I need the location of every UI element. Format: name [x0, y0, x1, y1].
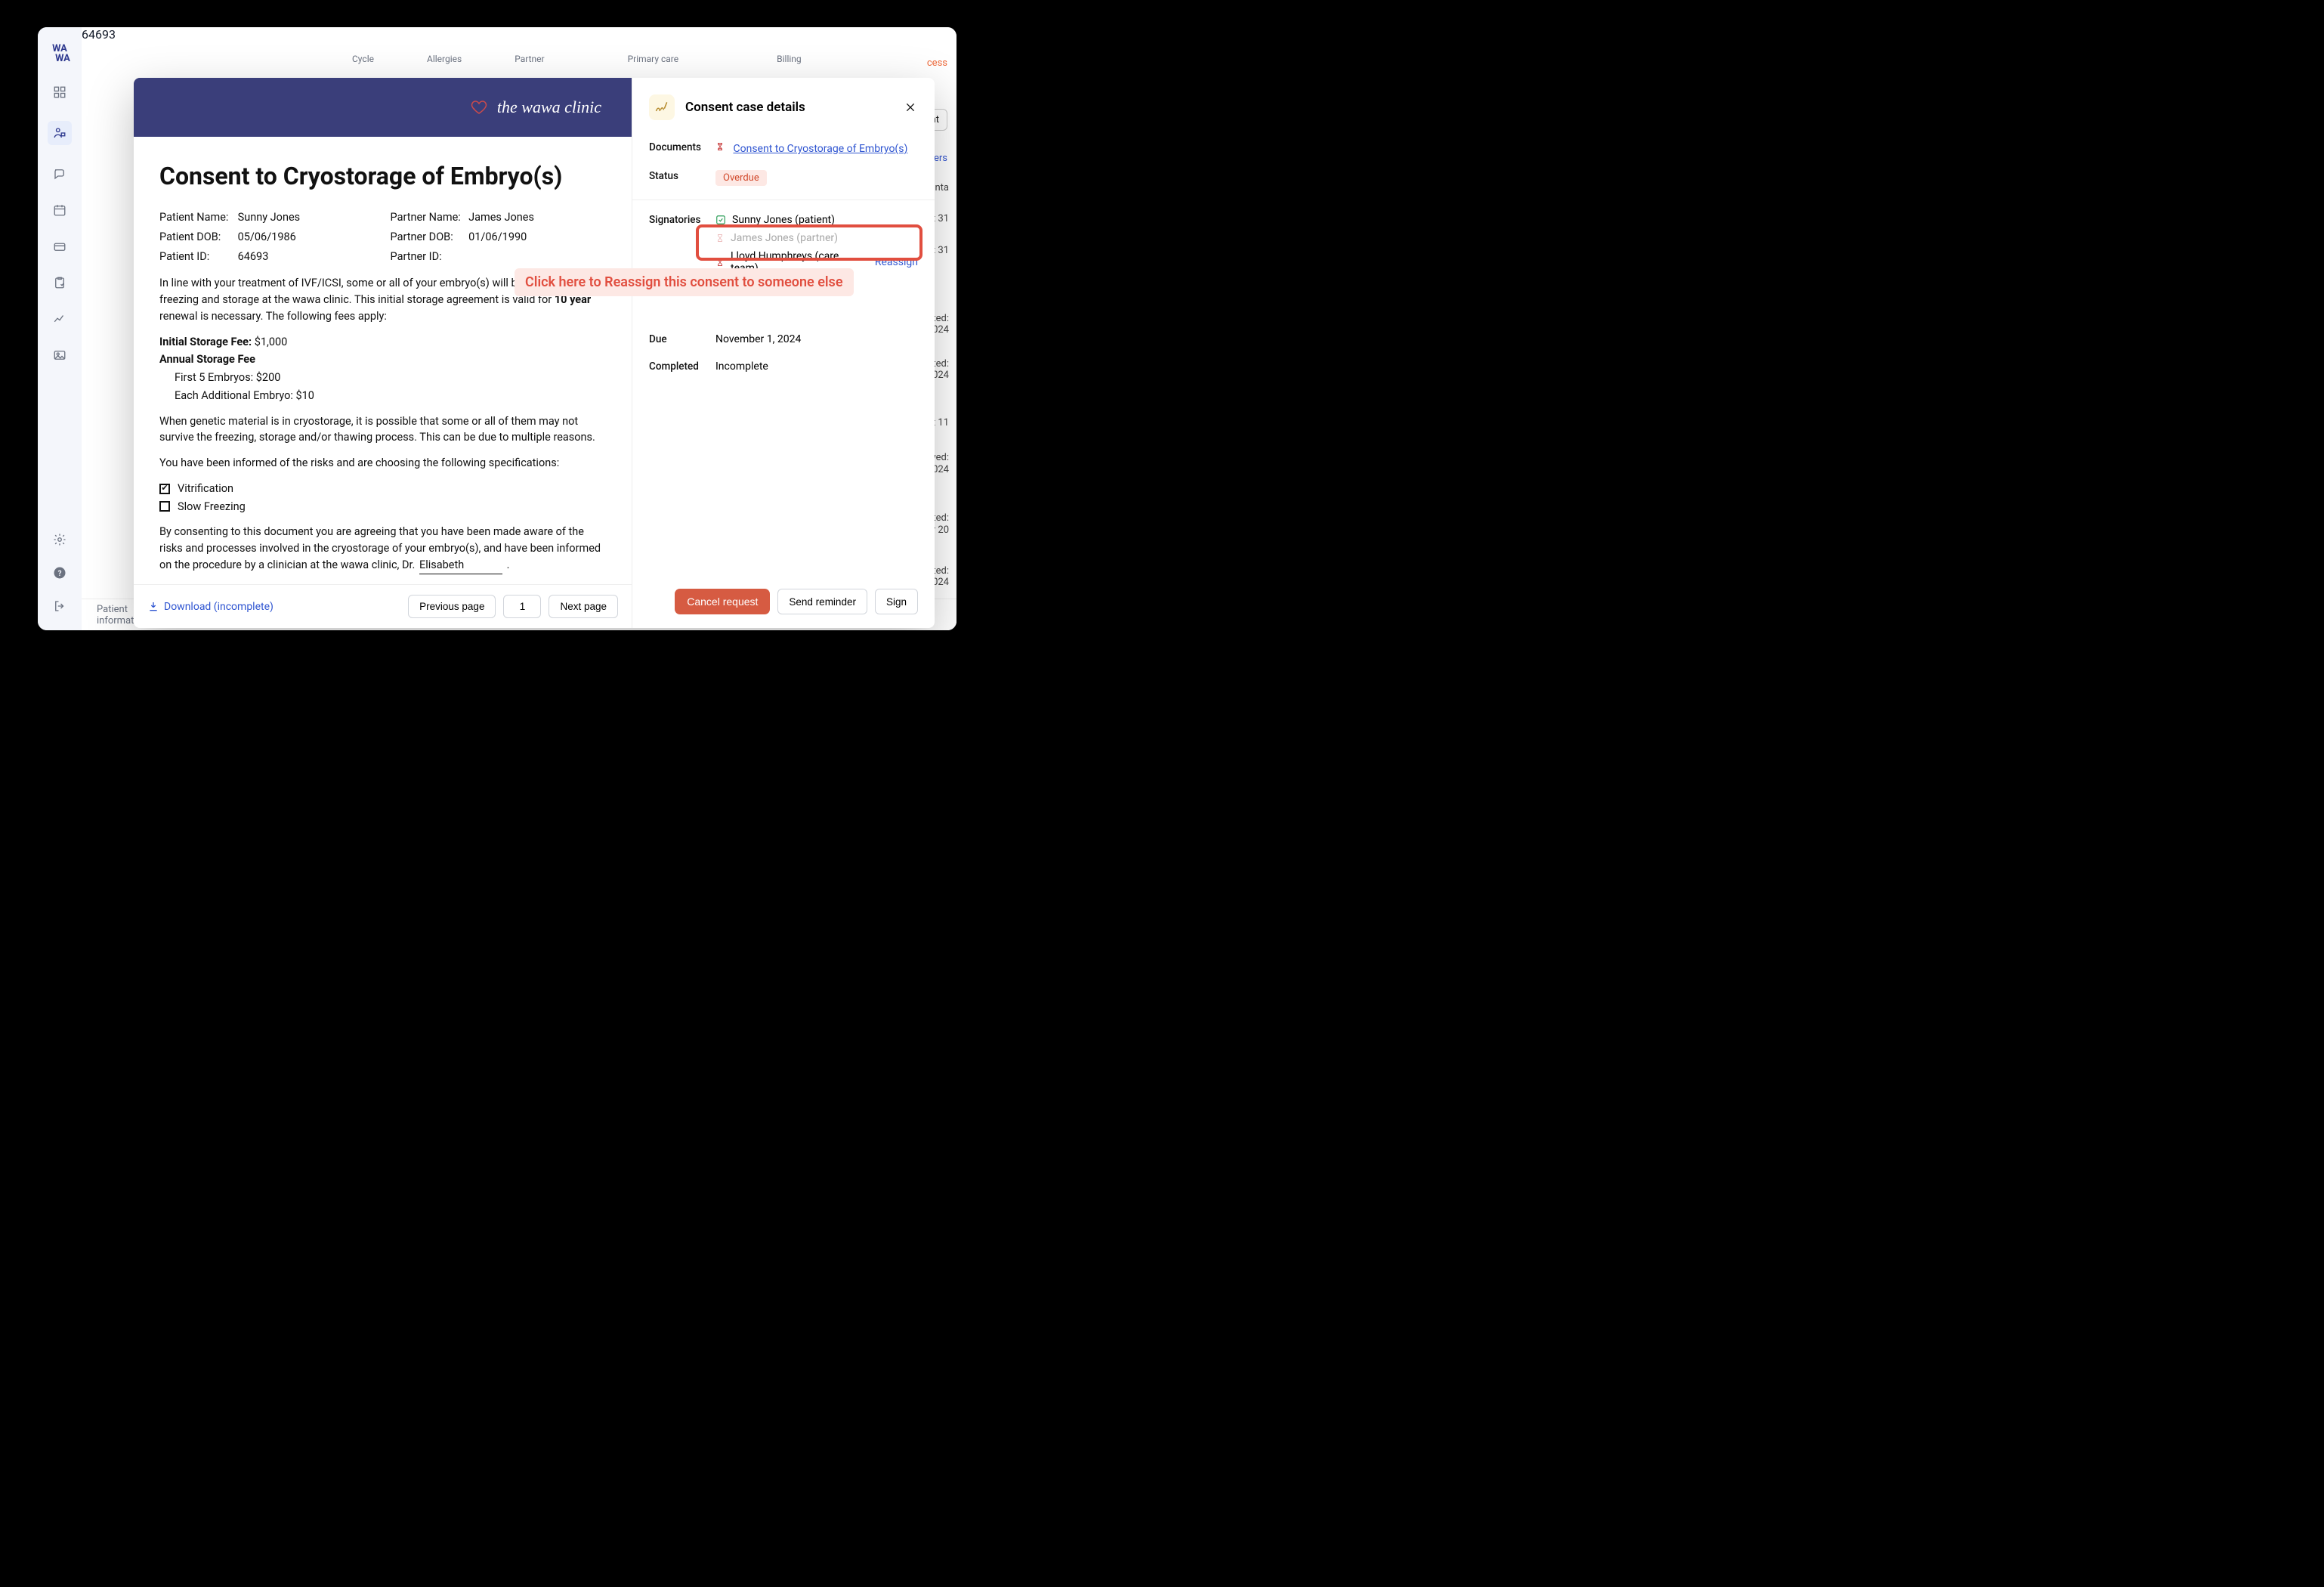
download-link[interactable]: Download (incomplete): [147, 601, 274, 613]
signatory-partner: James Jones (partner): [715, 232, 918, 244]
patient-tabs: Cycle Allergies Partner Primary care Bil…: [82, 42, 956, 70]
due-label: Due: [649, 333, 715, 345]
pagination: Previous page Next page: [408, 595, 618, 618]
document-title: Consent to Cryostorage of Embryo(s): [159, 158, 606, 194]
document-body: Consent to Cryostorage of Embryo(s) Pati…: [134, 137, 632, 584]
signed-icon: [715, 215, 726, 225]
consent-details-pane: Consent case details Documents Consent t…: [632, 78, 935, 628]
logout-icon[interactable]: [52, 599, 67, 614]
tasks-icon[interactable]: [52, 275, 67, 290]
images-icon[interactable]: [52, 348, 67, 363]
due-value: November 1, 2024: [715, 333, 918, 345]
help-icon[interactable]: ?: [52, 565, 67, 580]
signatory-patient: Sunny Jones (patient): [715, 214, 918, 226]
checkbox-unchecked-icon: [159, 501, 170, 512]
app-window: WAWA ?: [38, 27, 956, 630]
paragraph-choice: You have been informed of the risks and …: [159, 455, 606, 472]
paragraph-risk: When genetic material is in cryostorage,…: [159, 413, 606, 447]
consent-document-link[interactable]: Consent to Cryostorage of Embryo(s): [733, 143, 907, 155]
clinic-name: the wawa clinic: [497, 97, 601, 117]
logo: WAWA: [49, 44, 70, 63]
download-icon: [147, 601, 159, 613]
access-badge-partial: cess: [927, 57, 947, 69]
next-page-button[interactable]: Next page: [549, 595, 618, 618]
tab-primary-care[interactable]: Primary care: [628, 54, 679, 64]
patient-meta-grid: Patient Name: Sunny Jones Partner Name: …: [159, 209, 606, 264]
documents-label: Documents: [649, 141, 715, 153]
signatories-label: Signatories: [649, 214, 715, 226]
status-label: Status: [649, 170, 715, 182]
document-footer: Download (incomplete) Previous page Next…: [134, 584, 632, 628]
svg-text:?: ?: [58, 570, 62, 578]
billing-icon[interactable]: [52, 239, 67, 254]
patient-id-display: 64693: [82, 27, 116, 42]
heart-icon: [470, 98, 488, 116]
checkbox-checked-icon: ✔: [159, 484, 170, 494]
paragraph-consent: By consenting to this document you are a…: [159, 524, 606, 574]
checkbox-vitrification: ✔ Vitrification: [159, 481, 606, 497]
previous-page-button[interactable]: Previous page: [408, 595, 496, 618]
analytics-icon[interactable]: [52, 311, 67, 326]
document-viewport[interactable]: the wawa clinic Consent to Cryostorage o…: [134, 78, 632, 584]
doctor-name-field: Elisabeth: [419, 557, 502, 574]
messages-icon[interactable]: [52, 166, 67, 181]
page-number-input[interactable]: [503, 595, 541, 618]
tab-billing[interactable]: Billing: [777, 54, 802, 64]
status-badge: Overdue: [715, 170, 767, 186]
document-preview-pane: the wawa clinic Consent to Cryostorage o…: [134, 78, 632, 628]
completed-value: Incomplete: [715, 360, 918, 373]
send-reminder-button[interactable]: Send reminder: [777, 589, 867, 614]
details-title: Consent case details: [685, 100, 892, 115]
signature-badge-icon: [649, 94, 675, 120]
cancel-request-button[interactable]: Cancel request: [675, 589, 770, 614]
checkbox-slow-freezing: Slow Freezing: [159, 499, 606, 515]
hourglass-icon: [715, 141, 726, 152]
callout-reassign: Click here to Reassign this consent to s…: [515, 268, 854, 296]
sign-button[interactable]: Sign: [875, 589, 918, 614]
tab-partner[interactable]: Partner: [515, 54, 544, 64]
consent-modal: the wawa clinic Consent to Cryostorage o…: [134, 78, 935, 628]
signature-mark: ℓ∼: [182, 583, 211, 585]
document-header-banner: the wawa clinic: [134, 78, 632, 137]
calendar-icon[interactable]: [52, 203, 67, 218]
left-nav-rail: WAWA ?: [38, 27, 82, 630]
hourglass-icon: [715, 233, 725, 243]
dashboard-icon[interactable]: [52, 85, 67, 100]
patients-icon[interactable]: [48, 121, 72, 145]
completed-label: Completed: [649, 360, 715, 373]
close-icon[interactable]: [903, 100, 918, 115]
tab-allergies[interactable]: Allergies: [427, 54, 462, 64]
action-buttons: Cancel request Send reminder Sign: [632, 575, 935, 628]
hourglass-icon: [715, 257, 725, 268]
tab-cycle[interactable]: Cycle: [352, 54, 374, 64]
settings-icon[interactable]: [52, 532, 67, 547]
reassign-link[interactable]: Reassign: [875, 256, 918, 268]
